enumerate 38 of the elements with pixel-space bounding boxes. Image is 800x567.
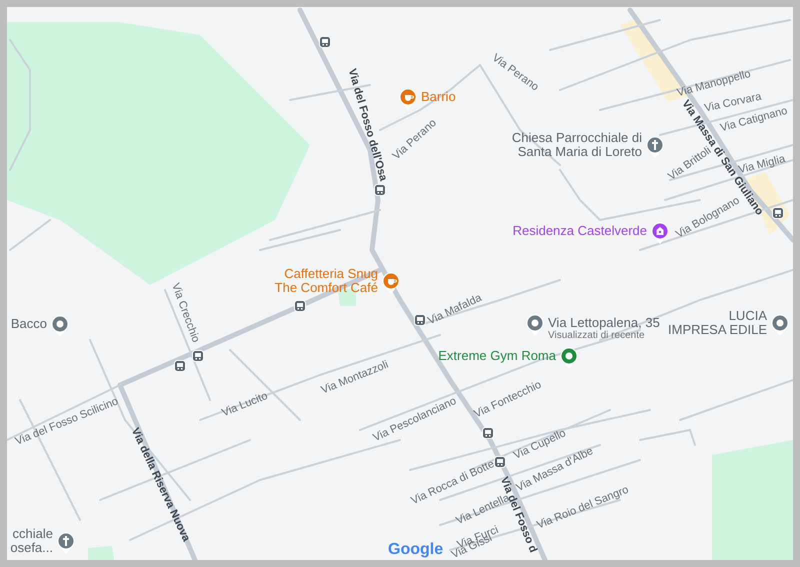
lodging-pin-icon[interactable] [651, 222, 669, 244]
gym-pin-icon[interactable] [560, 347, 578, 369]
place-label[interactable]: osefa... [10, 541, 53, 555]
place-label[interactable]: Bacco [10, 317, 47, 331]
place-pin-icon[interactable] [771, 314, 789, 336]
bus-stop-icon[interactable] [494, 456, 506, 468]
bus-stop-icon[interactable] [174, 360, 186, 372]
place-label[interactable]: Barrio [421, 90, 456, 104]
place-label[interactable]: IMPRESA EDILE [668, 323, 767, 337]
church-pin-icon[interactable] [57, 532, 75, 554]
park-area [88, 546, 114, 560]
place-label[interactable]: cchiale [12, 527, 53, 541]
bus-stop-icon[interactable] [414, 314, 426, 326]
cafe-pin-icon[interactable] [382, 272, 400, 294]
place-label[interactable]: Via Lettopalena, 35 [548, 316, 660, 330]
place-label[interactable]: LUCIA [728, 309, 767, 323]
street-label: Via Lucito [220, 390, 270, 420]
bus-stop-icon[interactable] [294, 300, 306, 312]
map-logo: Google [388, 542, 444, 558]
bus-stop-icon[interactable] [319, 36, 331, 48]
place-label[interactable]: Santa Maria di Loreto [518, 145, 642, 159]
cafe-pin-icon[interactable] [399, 88, 417, 110]
place-pin-icon[interactable] [51, 315, 69, 337]
place-label[interactable]: The Comfort Café [274, 281, 378, 295]
church-pin-icon[interactable] [646, 136, 664, 158]
place-subtitle: Visualizzati di recente [548, 330, 645, 342]
bus-stop-icon[interactable] [192, 350, 204, 362]
street-label: Via Roio del Sangro [536, 484, 630, 532]
place-label[interactable]: Extreme Gym Roma [438, 349, 556, 363]
street-label: Via del Fosso dell'Osa [346, 68, 388, 182]
bus-stop-icon[interactable] [374, 184, 386, 196]
bus-stop-icon[interactable] [482, 427, 494, 439]
place-label[interactable]: Caffetteria Snug [284, 267, 378, 281]
street-label: Via Miglia [738, 154, 786, 176]
place-label[interactable]: Residenza Castelverde [512, 224, 647, 238]
place-label[interactable]: Chiesa Parrocchiale di [512, 131, 642, 145]
place-pin-icon[interactable] [526, 314, 544, 336]
bus-stop-icon[interactable] [772, 207, 784, 219]
